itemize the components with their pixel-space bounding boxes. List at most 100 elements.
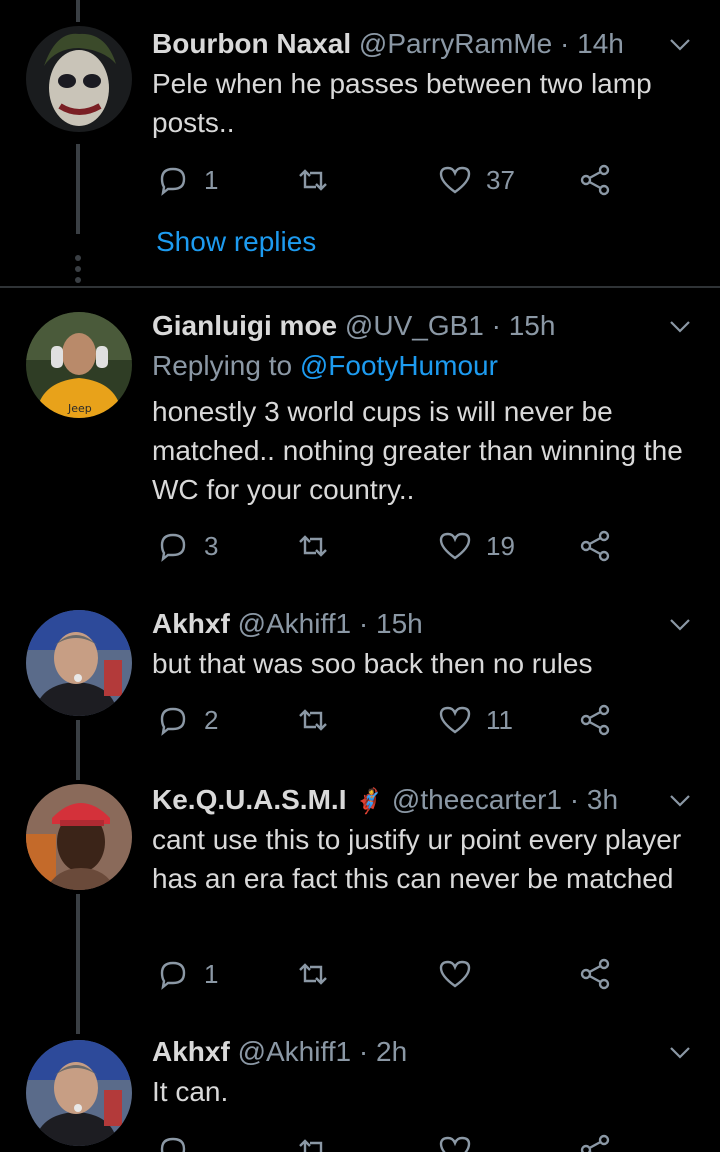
share-button[interactable] <box>578 526 612 566</box>
replies-feed: Bourbon Naxal @ParryRamMe · 14h Pele whe… <box>0 0 720 1152</box>
speech-bubble-icon <box>156 529 190 563</box>
speech-bubble-icon <box>156 703 190 737</box>
user-handle[interactable]: @Akhiff1 <box>238 608 352 639</box>
tweet-text: but that was soo back then no rules <box>152 648 593 679</box>
avatar[interactable] <box>26 26 132 132</box>
chevron-down-icon[interactable] <box>666 312 694 340</box>
like-button[interactable]: 19 <box>438 526 515 566</box>
like-button[interactable] <box>438 1130 486 1152</box>
tweet-actions: 3 19 <box>152 526 622 566</box>
thread-line <box>76 0 80 22</box>
chevron-down-icon[interactable] <box>666 786 694 814</box>
display-name[interactable]: Gianluigi moe <box>152 310 337 341</box>
retweet-icon <box>296 529 330 563</box>
tweet-actions: 1 37 <box>152 160 622 200</box>
reply-count: 2 <box>204 704 219 735</box>
tweet[interactable]: Akhxf @Akhiff1 · 2h It can. <box>0 1034 720 1152</box>
retweet-icon <box>296 703 330 737</box>
separator-dot: · <box>569 784 580 815</box>
share-button[interactable] <box>578 700 612 740</box>
share-button[interactable] <box>578 1130 612 1152</box>
retweet-button[interactable] <box>296 954 344 994</box>
tweet[interactable]: Akhxf @Akhiff1 · 15h but that was soo ba… <box>0 606 720 780</box>
reply-button[interactable]: 1 <box>156 160 218 200</box>
like-count: 11 <box>486 704 513 735</box>
timestamp[interactable]: 15h <box>376 608 423 639</box>
tweet-actions: 1 <box>152 954 622 994</box>
retweet-icon <box>296 1133 330 1152</box>
like-button[interactable] <box>438 954 486 994</box>
tweet-text: honestly 3 world cups is will never be m… <box>152 396 683 505</box>
speech-bubble-icon <box>156 163 190 197</box>
tweet-header: Bourbon Naxal @ParryRamMe · 14h <box>152 26 660 62</box>
more-replies-dots-icon <box>74 254 82 284</box>
replying-to-label: Replying to <box>152 350 293 381</box>
avatar[interactable] <box>26 784 132 890</box>
like-count: 19 <box>486 530 515 561</box>
like-button[interactable]: 11 <box>438 700 513 740</box>
superhero-emoji: 🦸 <box>354 788 385 815</box>
separator-dot: · <box>358 608 369 639</box>
retweet-button[interactable] <box>296 526 344 566</box>
display-name[interactable]: Akhxf <box>152 608 230 639</box>
heart-icon <box>438 1133 472 1152</box>
tweet-text: Pele when he passes between two lamp pos… <box>152 68 652 138</box>
user-handle[interactable]: @theecarter1 <box>392 784 562 815</box>
mention-link[interactable]: @FootyHumour <box>300 350 498 381</box>
separator-dot: · <box>358 1036 369 1067</box>
share-button[interactable] <box>578 160 612 200</box>
user-handle[interactable]: @Akhiff1 <box>238 1036 352 1067</box>
chevron-down-icon[interactable] <box>666 610 694 638</box>
share-icon <box>578 529 612 563</box>
reply-button[interactable]: 1 <box>156 954 218 994</box>
thread-line <box>76 144 80 234</box>
reply-button[interactable]: 2 <box>156 700 218 740</box>
tweet[interactable]: Jeep Gianluigi moe @UV_GB1 · 15h Replyin… <box>0 308 720 598</box>
separator-dot: · <box>491 310 501 341</box>
avatar[interactable] <box>26 1040 132 1146</box>
heart-icon <box>438 703 472 737</box>
chevron-down-icon[interactable] <box>666 1038 694 1066</box>
tweet-text: cant use this to justify ur point every … <box>152 824 682 894</box>
timestamp[interactable]: 14h <box>577 28 624 59</box>
share-icon <box>578 163 612 197</box>
display-name[interactable]: Akhxf <box>152 1036 230 1067</box>
replying-to: Replying to @FootyHumour <box>152 348 498 384</box>
display-name[interactable]: Ke.Q.U.A.S.M.I <box>152 784 346 815</box>
retweet-button[interactable] <box>296 160 344 200</box>
timestamp[interactable]: 15h <box>509 310 556 341</box>
tweet-header: Ke.Q.U.A.S.M.I 🦸 @theecarter1 · 3h <box>152 782 660 820</box>
like-count: 37 <box>486 164 515 195</box>
share-icon <box>578 957 612 991</box>
avatar[interactable] <box>26 610 132 716</box>
tweet-actions: 2 11 <box>152 700 622 740</box>
tweet-header: Gianluigi moe @UV_GB1 · 15h <box>152 308 660 344</box>
timestamp[interactable]: 3h <box>587 784 618 815</box>
tweet[interactable]: Bourbon Naxal @ParryRamMe · 14h Pele whe… <box>0 26 720 286</box>
tweet-header: Akhxf @Akhiff1 · 15h <box>152 606 660 642</box>
user-handle[interactable]: @UV_GB1 <box>345 310 484 341</box>
reply-button[interactable]: 3 <box>156 526 218 566</box>
tweet[interactable]: Ke.Q.U.A.S.M.I 🦸 @theecarter1 · 3h cant … <box>0 782 720 1034</box>
chevron-down-icon[interactable] <box>666 30 694 58</box>
timestamp[interactable]: 2h <box>376 1036 407 1067</box>
tweet-header: Akhxf @Akhiff1 · 2h <box>152 1034 660 1070</box>
share-icon <box>578 703 612 737</box>
heart-icon <box>438 163 472 197</box>
separator-dot: · <box>560 28 570 59</box>
show-replies-link[interactable]: Show replies <box>156 224 316 260</box>
reply-button[interactable] <box>156 1130 204 1152</box>
avatar[interactable]: Jeep <box>26 312 132 418</box>
retweet-button[interactable] <box>296 1130 344 1152</box>
retweet-button[interactable] <box>296 700 344 740</box>
user-handle[interactable]: @ParryRamMe <box>359 28 552 59</box>
divider <box>0 286 720 288</box>
like-button[interactable]: 37 <box>438 160 515 200</box>
reply-count: 1 <box>204 958 219 989</box>
heart-icon <box>438 529 472 563</box>
display-name[interactable]: Bourbon Naxal <box>152 28 351 59</box>
share-button[interactable] <box>578 954 612 994</box>
reply-count: 1 <box>204 164 219 195</box>
svg-text:Jeep: Jeep <box>67 402 92 415</box>
share-icon <box>578 1133 612 1152</box>
